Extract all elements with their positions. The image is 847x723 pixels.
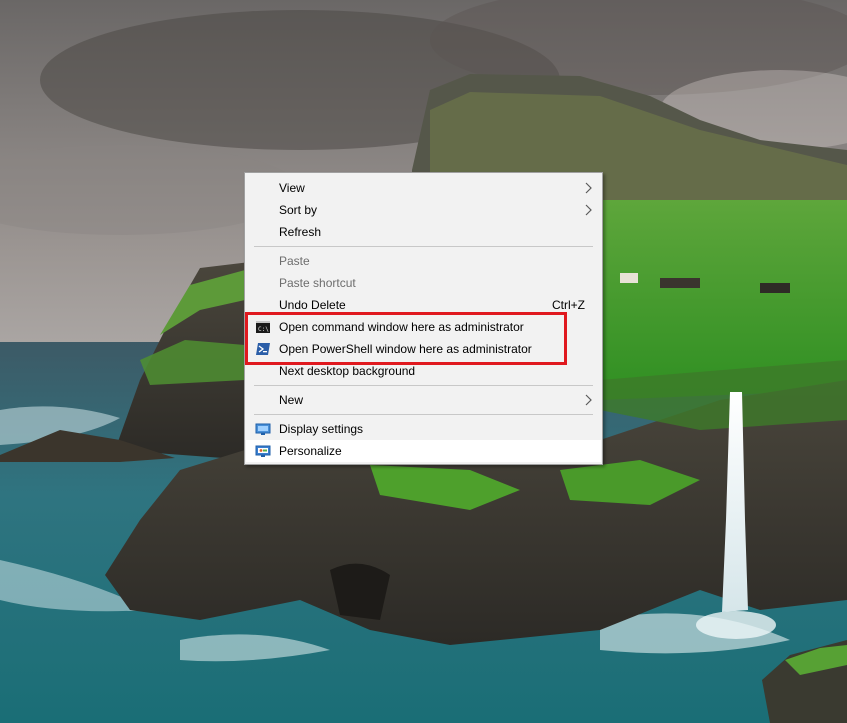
menu-item-open-powershell-admin[interactable]: Open PowerShell window here as administr… (246, 338, 601, 360)
menu-item-shortcut: Ctrl+Z (552, 298, 585, 312)
menu-separator (254, 414, 593, 415)
menu-item-label: Next desktop background (279, 364, 416, 378)
personalize-icon (255, 445, 271, 457)
menu-separator (254, 385, 593, 386)
menu-item-view[interactable]: View (246, 177, 601, 199)
menu-item-open-cmd-admin[interactable]: C:\ Open command window here as administ… (246, 316, 601, 338)
desktop[interactable]: View Sort by Refresh Paste Paste shortcu… (0, 0, 847, 723)
desktop-context-menu: View Sort by Refresh Paste Paste shortcu… (244, 172, 603, 465)
chevron-right-icon (585, 204, 592, 216)
menu-item-label: Sort by (279, 203, 318, 217)
menu-item-label: Personalize (279, 444, 342, 458)
menu-item-label: New (279, 393, 304, 407)
menu-item-sort-by[interactable]: Sort by (246, 199, 601, 221)
chevron-right-icon (585, 394, 592, 406)
menu-item-label: Display settings (279, 422, 364, 436)
menu-item-refresh[interactable]: Refresh (246, 221, 601, 243)
menu-item-next-background[interactable]: Next desktop background (246, 360, 601, 382)
svg-text:C:\: C:\ (258, 326, 269, 333)
menu-item-undo-delete[interactable]: Undo Delete Ctrl+Z (246, 294, 601, 316)
menu-item-label: Undo Delete (279, 298, 346, 312)
menu-item-paste: Paste (246, 250, 601, 272)
menu-item-label: Refresh (279, 225, 322, 239)
powershell-icon (256, 343, 270, 355)
menu-item-label: View (279, 181, 305, 195)
cmd-icon: C:\ (256, 321, 270, 333)
chevron-right-icon (585, 182, 592, 194)
menu-item-new[interactable]: New (246, 389, 601, 411)
menu-item-display-settings[interactable]: Display settings (246, 418, 601, 440)
menu-separator (254, 246, 593, 247)
menu-item-label: Paste (279, 254, 310, 268)
menu-item-label: Open command window here as administrato… (279, 320, 524, 334)
menu-item-label: Open PowerShell window here as administr… (279, 342, 532, 356)
menu-item-paste-shortcut: Paste shortcut (246, 272, 601, 294)
menu-item-label: Paste shortcut (279, 276, 356, 290)
menu-item-personalize[interactable]: Personalize (246, 440, 601, 462)
display-settings-icon (255, 423, 271, 435)
